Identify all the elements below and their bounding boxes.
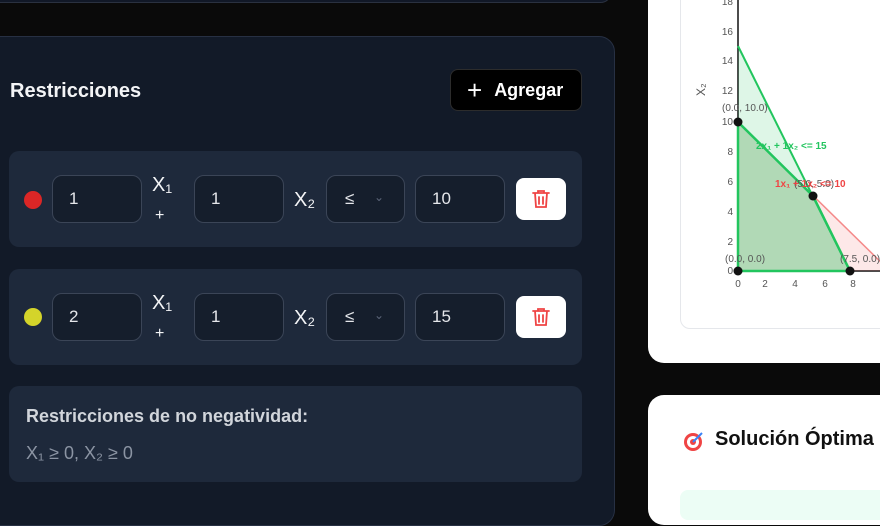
vertex-label: (0.0, 0.0) (725, 254, 765, 265)
delete-constraint-button[interactable] (516, 178, 566, 220)
feasible-region-graph: X₂ 18 16 14 12 10 8 6 4 2 0 0 2 4 6 8 (0… (694, 0, 880, 290)
vertex-point (845, 266, 855, 276)
plus-operator: + (155, 325, 165, 342)
rhs-input[interactable]: 15 (415, 293, 505, 341)
relation-value: ≤ (345, 189, 355, 208)
x-tick: 0 (735, 279, 741, 290)
target-icon (684, 432, 703, 451)
y-tick: 8 (727, 147, 733, 158)
y-tick: 10 (722, 117, 734, 128)
trash-icon (532, 308, 550, 326)
y-axis-label: X₂ (694, 83, 708, 96)
constraint-1-label: 1x₁ + 1x₂ <= 10 (775, 179, 846, 190)
var-x2-label: X₂ (294, 307, 316, 329)
coef-x1-input[interactable]: 1 (52, 175, 142, 223)
x-tick: 6 (822, 279, 828, 290)
vertex-point (808, 191, 818, 201)
coef-x1-input[interactable]: 2 (52, 293, 142, 341)
x-tick: 2 (762, 279, 768, 290)
vertex-point (733, 266, 743, 276)
coef-x2-input[interactable]: 1 (194, 175, 284, 223)
var-x2-label: X₂ (294, 189, 316, 211)
constraint-2-label: 2x₁ + 1x₂ <= 15 (756, 141, 827, 152)
relation-value: ≤ (345, 307, 355, 326)
nonnegativity-title: Restricciones de no negatividad: (26, 406, 309, 426)
nonnegativity-card: Restricciones de no negatividad: X₁ ≥ 0,… (9, 386, 582, 482)
vertex-label: (7.5, 0.0) (840, 254, 880, 265)
var-x1-label: X₁ (152, 174, 173, 196)
constraint-color-dot (24, 308, 42, 326)
relation-select[interactable]: ≤ ⌄ (326, 293, 405, 341)
y-tick: 0 (727, 266, 733, 277)
y-tick: 4 (727, 207, 733, 218)
y-tick: 18 (722, 0, 734, 8)
y-tick: 14 (722, 56, 734, 67)
top-card (0, 0, 612, 3)
delete-constraint-button[interactable] (516, 296, 566, 338)
y-tick: 16 (722, 27, 734, 38)
x-tick: 4 (792, 279, 798, 290)
var-x1-label: X₁ (152, 292, 173, 314)
plus-operator: + (155, 207, 165, 224)
vertex-label: (0.0, 10.0) (722, 103, 768, 114)
plus-icon: + (467, 75, 483, 105)
chevron-down-icon: ⌄ (373, 190, 384, 204)
trash-icon (532, 190, 550, 208)
constraint-color-dot (24, 191, 42, 209)
solution-title: Solución Óptima (715, 428, 874, 450)
chevron-down-icon: ⌄ (373, 308, 384, 322)
nonnegativity-text: X₁ ≥ 0, X₂ ≥ 0 (26, 443, 133, 463)
add-button-label: Agregar (494, 79, 564, 100)
y-tick: 2 (727, 237, 733, 248)
coef-x2-input[interactable]: 1 (194, 293, 284, 341)
panel-title: Restricciones (10, 80, 142, 102)
add-constraint-button[interactable]: + Agregar (450, 69, 582, 111)
x-tick: 8 (850, 279, 856, 290)
vertex-point (733, 117, 743, 127)
relation-select[interactable]: ≤ ⌄ (326, 175, 405, 223)
y-tick: 6 (727, 177, 733, 188)
solution-result-box (680, 490, 880, 520)
rhs-input[interactable]: 10 (415, 175, 505, 223)
y-tick: 12 (722, 86, 734, 97)
